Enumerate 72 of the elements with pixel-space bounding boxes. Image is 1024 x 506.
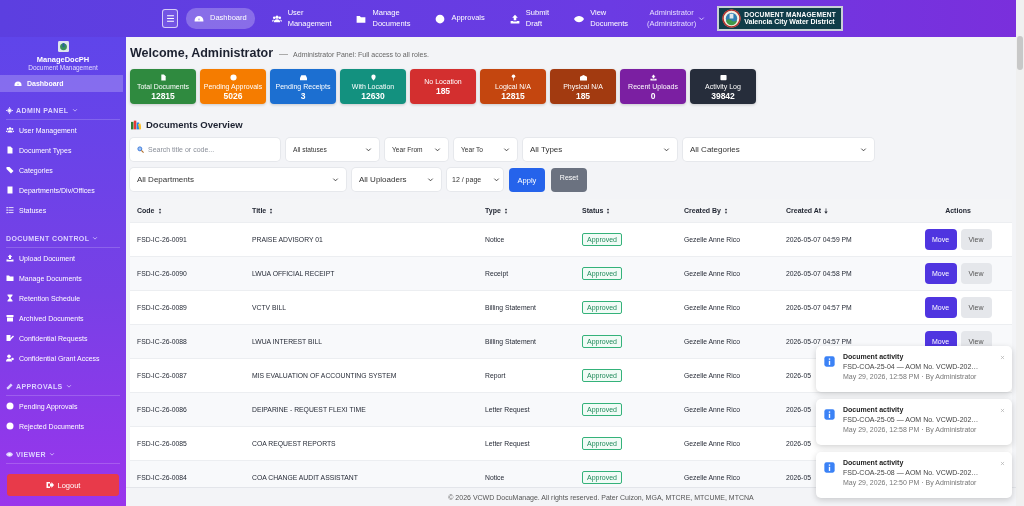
chevron-down-icon [71, 107, 78, 113]
upload-icon [649, 73, 657, 81]
eye-icon [574, 13, 585, 24]
stat-value: 0 [650, 90, 656, 101]
select-field[interactable]: All Departments [130, 168, 346, 191]
tags-icon [6, 166, 14, 174]
chevron-down-icon [493, 176, 500, 183]
close-icon [1000, 461, 1005, 466]
chevron-down-icon [332, 176, 339, 183]
folder-icon [6, 274, 14, 282]
logout-icon [45, 481, 54, 489]
stat-value: 185 [575, 90, 591, 101]
list-icon [719, 73, 727, 81]
pin-icon [369, 73, 377, 81]
info-icon [824, 356, 835, 367]
pencil-icon [6, 382, 13, 390]
stat-value: 12815 [501, 90, 525, 101]
select-field[interactable]: All Uploaders [352, 168, 441, 191]
close-icon [1000, 355, 1005, 360]
gear-icon [6, 106, 13, 114]
page-title: Welcome, Administrator [130, 46, 274, 60]
document-icon [6, 146, 14, 154]
seal-logo [722, 9, 742, 28]
dashboard-icon [194, 13, 204, 24]
close-button[interactable] [1000, 355, 1006, 361]
books-icon [131, 119, 141, 130]
select-field[interactable]: All Categories [683, 138, 874, 161]
users-icon [6, 126, 14, 134]
document-icon [159, 73, 167, 81]
close-icon [1000, 408, 1005, 413]
chevron-down-icon [434, 146, 441, 153]
dashboard-icon [14, 79, 22, 88]
section-title: Documents Overview [146, 119, 243, 130]
menu-icon [164, 13, 176, 24]
chevron-down-icon [503, 146, 510, 153]
stat-value: 12815 [151, 90, 175, 101]
warehouse-icon [579, 73, 587, 81]
search-icon [137, 146, 144, 153]
user-icon [6, 354, 14, 362]
pushpin-icon [509, 73, 517, 81]
building-icon [6, 186, 14, 194]
inbox-icon [299, 73, 307, 81]
stat-value: 12630 [361, 90, 385, 101]
archive-icon [6, 314, 14, 322]
chevron-down-icon [49, 451, 55, 457]
upload-icon [509, 13, 520, 24]
info-icon [824, 462, 835, 473]
eye-icon [6, 450, 13, 458]
info-icon [824, 409, 835, 420]
stat-value: 5026 [223, 90, 243, 101]
logo-icon [57, 41, 69, 52]
stat-value: 3 [300, 90, 306, 101]
list-icon [6, 206, 14, 214]
stat-value: 39842 [711, 90, 735, 101]
upload-icon [6, 254, 14, 262]
menu-button[interactable] [162, 9, 178, 28]
edit-document-icon [6, 334, 14, 342]
chevron-down-icon [92, 235, 99, 241]
chevron-down-icon [427, 176, 434, 183]
hourglass-icon [6, 294, 14, 302]
close-button[interactable] [1000, 461, 1006, 467]
chevron-down-icon [860, 146, 867, 153]
scrollbar[interactable] [1016, 0, 1024, 506]
chevron-down-icon [65, 383, 72, 389]
select-field[interactable]: All Types [523, 138, 677, 161]
close-button[interactable] [1000, 408, 1006, 414]
users-icon [271, 13, 282, 24]
chevron-down-icon [663, 146, 670, 153]
chevron-down-icon [698, 15, 706, 22]
stat-value: 185 [435, 86, 451, 96]
chevron-down-icon [365, 146, 372, 153]
folder-icon [356, 13, 367, 24]
